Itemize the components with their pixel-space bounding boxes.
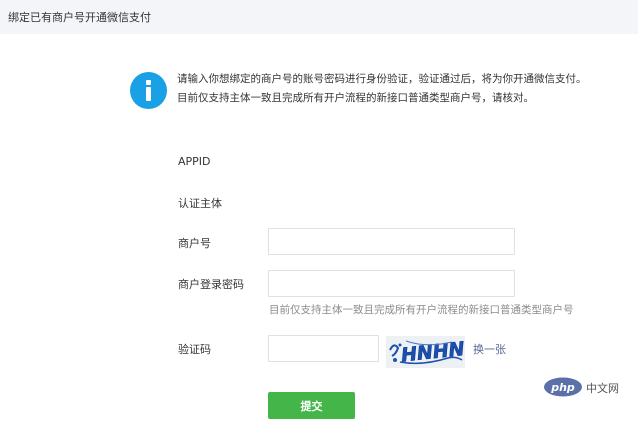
php-logo-text: php bbox=[550, 381, 575, 394]
info-icon bbox=[130, 72, 167, 109]
notice-line: 请输入你想绑定的商户号的账号密码进行身份验证，验证通过后，将为你开通微信支付。 bbox=[177, 73, 587, 85]
page-title: 绑定已有商户号开通微信支付 bbox=[8, 11, 151, 24]
page-header: 绑定已有商户号开通微信支付 bbox=[0, 0, 638, 34]
watermark-text: 中文网 bbox=[586, 382, 619, 395]
password-input[interactable] bbox=[268, 270, 515, 297]
notice-line: 目前仅支持主体一致且完成所有开户流程的新接口普通类型商户号，请核对。 bbox=[177, 92, 534, 104]
password-label: 商户登录密码 bbox=[178, 278, 244, 291]
password-hint: 目前仅支持主体一致且完成所有开户流程的新接口普通类型商户号 bbox=[269, 304, 574, 316]
captcha-input[interactable] bbox=[268, 335, 379, 362]
php-logo: php bbox=[544, 377, 582, 397]
submit-button[interactable]: 提交 bbox=[268, 392, 355, 419]
captcha-refresh-link[interactable]: 换一张 bbox=[473, 341, 506, 357]
appid-label: APPID bbox=[178, 155, 211, 168]
notice-text: 请输入你想绑定的商户号的账号密码进行身份验证，验证通过后，将为你开通微信支付。 … bbox=[177, 70, 622, 108]
notice-panel: 请输入你想绑定的商户号的账号密码进行身份验证，验证通过后，将为你开通微信支付。 … bbox=[130, 70, 620, 114]
subject-label: 认证主体 bbox=[178, 197, 222, 210]
captcha-label: 验证码 bbox=[178, 343, 211, 356]
merchant-id-input[interactable] bbox=[268, 228, 515, 255]
merchant-id-label: 商户号 bbox=[178, 237, 211, 250]
watermark: php 中文网 bbox=[543, 376, 633, 398]
captcha-image[interactable]: HNHN bbox=[386, 336, 465, 368]
